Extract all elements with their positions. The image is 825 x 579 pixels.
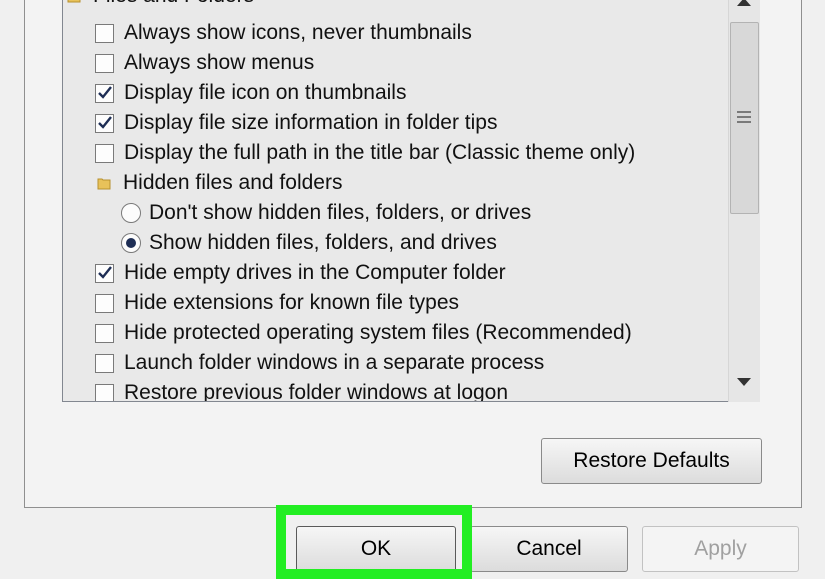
option-hide-empty-drives[interactable]: Hide empty drives in the Computer folder	[95, 258, 506, 288]
checkbox-icon[interactable]	[95, 353, 114, 373]
option-launch-separate-process[interactable]: Launch folder windows in a separate proc…	[95, 348, 544, 378]
ok-button-highlight	[276, 505, 472, 579]
checkbox-icon[interactable]	[95, 53, 114, 73]
checkbox-icon[interactable]	[95, 143, 114, 163]
scrollbar-grip-icon	[737, 111, 751, 126]
option-display-file-icon[interactable]: Display file icon on thumbnails	[95, 78, 406, 108]
option-label: Always show menus	[124, 51, 315, 74]
option-label: Display file size information in folder …	[124, 111, 498, 134]
checkbox-icon[interactable]	[95, 263, 114, 283]
option-hide-protected-files[interactable]: Hide protected operating system files (R…	[95, 318, 632, 348]
group-files-and-folders: Files and Folders	[67, 0, 254, 11]
option-hide-extensions[interactable]: Hide extensions for known file types	[95, 288, 459, 318]
check-mark-icon	[97, 116, 112, 129]
option-display-full-path[interactable]: Display the full path in the title bar (…	[95, 138, 635, 168]
option-show-hidden[interactable]: Show hidden files, folders, and drives	[121, 228, 497, 258]
group-label: Hidden files and folders	[123, 171, 343, 194]
option-label: Restore previous folder windows at logon	[124, 381, 509, 402]
option-dont-show-hidden[interactable]: Don't show hidden files, folders, or dri…	[121, 198, 531, 228]
radio-icon[interactable]	[121, 233, 141, 253]
apply-button: Apply	[642, 526, 799, 572]
option-label: Launch folder windows in a separate proc…	[124, 351, 545, 374]
restore-defaults-button[interactable]: Restore Defaults	[541, 438, 762, 484]
radio-selected-dot	[126, 238, 136, 248]
option-label: Hide extensions for known file types	[124, 291, 460, 314]
option-display-file-size[interactable]: Display file size information in folder …	[95, 108, 498, 138]
option-label: Hide empty drives in the Computer folder	[124, 261, 506, 284]
scroll-down-arrow-icon[interactable]	[737, 378, 751, 386]
check-mark-icon	[97, 266, 112, 279]
checkbox-icon[interactable]	[95, 113, 114, 133]
advanced-settings-list[interactable]: Files and Folders Always show icons, nev…	[62, 0, 760, 402]
option-always-show-icons[interactable]: Always show icons, never thumbnails	[95, 18, 472, 48]
check-mark-icon	[97, 86, 112, 99]
option-label: Hide protected operating system files (R…	[124, 321, 632, 344]
checkbox-icon[interactable]	[95, 293, 114, 313]
checkbox-icon[interactable]	[95, 383, 114, 401]
option-label: Display file icon on thumbnails	[124, 81, 407, 104]
scroll-up-arrow-icon[interactable]	[737, 0, 751, 6]
folder-icon	[97, 176, 113, 190]
checkbox-icon[interactable]	[95, 323, 114, 343]
group-label: Files and Folders	[93, 0, 254, 8]
radio-icon[interactable]	[121, 203, 141, 223]
option-label: Don't show hidden files, folders, or dri…	[149, 201, 532, 224]
folder-icon	[67, 0, 83, 3]
group-hidden-files: Hidden files and folders	[97, 168, 342, 198]
option-label: Display the full path in the title bar (…	[124, 141, 636, 164]
cancel-button[interactable]: Cancel	[470, 526, 628, 572]
checkbox-icon[interactable]	[95, 23, 114, 43]
option-label: Always show icons, never thumbnails	[124, 21, 472, 44]
option-label: Show hidden files, folders, and drives	[149, 231, 497, 254]
checkbox-icon[interactable]	[95, 83, 114, 103]
option-restore-previous-windows[interactable]: Restore previous folder windows at logon	[95, 378, 509, 402]
option-always-show-menus[interactable]: Always show menus	[95, 48, 314, 78]
